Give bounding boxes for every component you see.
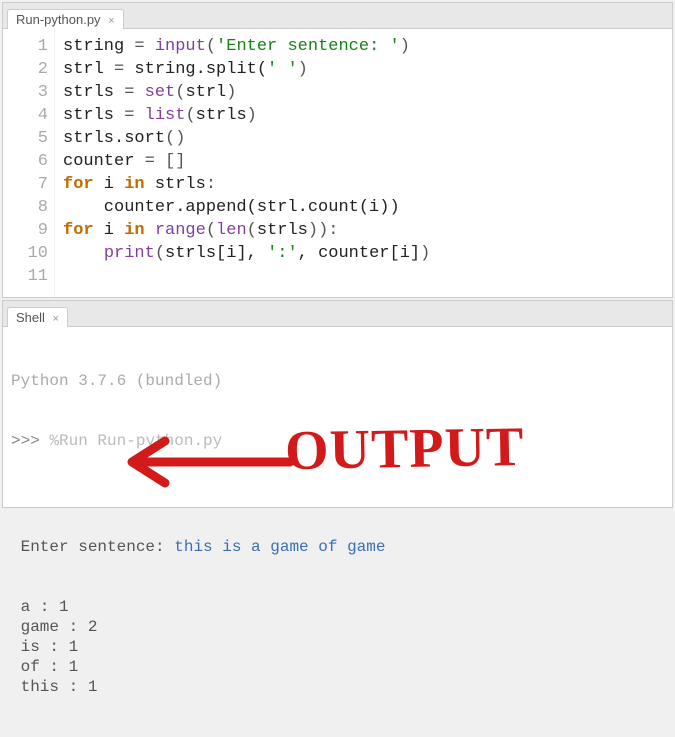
code-line[interactable]: strl = string.split(' '): [63, 58, 430, 81]
code-line[interactable]: for i in strls:: [63, 173, 430, 196]
shell-user-input: this is a game of game: [174, 538, 385, 556]
code-line[interactable]: strls = list(strls): [63, 104, 430, 127]
editor-tab-bar: Run-python.py ×: [3, 3, 672, 29]
shell-input-prompt: Enter sentence:: [11, 538, 174, 556]
shell-run-line: >>> %Run Run-python.py: [11, 431, 664, 451]
close-icon[interactable]: ×: [108, 15, 114, 27]
code-line[interactable]: for i in range(len(strls)):: [63, 219, 430, 242]
shell-output: a : 1 game : 2 is : 1 of : 1 this : 1: [11, 597, 664, 697]
line-number: 4: [3, 104, 48, 127]
line-number: 10: [3, 242, 48, 265]
shell-tab-label: Shell: [16, 310, 45, 325]
code-line[interactable]: string = input('Enter sentence: '): [63, 35, 430, 58]
close-icon[interactable]: ×: [53, 313, 59, 325]
editor-tab-label: Run-python.py: [16, 12, 101, 27]
line-number: 1: [3, 35, 48, 58]
shell-output-line: game : 2: [11, 617, 664, 637]
line-number: 9: [3, 219, 48, 242]
shell-output-line: this : 1: [11, 677, 664, 697]
shell-area[interactable]: Python 3.7.6 (bundled) >>> %Run Run-pyth…: [3, 327, 672, 507]
code-content[interactable]: string = input('Enter sentence: ')strl =…: [55, 29, 430, 297]
shell-output-line: of : 1: [11, 657, 664, 677]
code-line[interactable]: print(strls[i], ':', counter[i]): [63, 242, 430, 265]
line-number: 6: [3, 150, 48, 173]
line-number: 11: [3, 265, 48, 288]
shell-input-line: Enter sentence: this is a game of game: [11, 537, 664, 557]
line-number: 3: [3, 81, 48, 104]
code-line[interactable]: counter = []: [63, 150, 430, 173]
line-number: 7: [3, 173, 48, 196]
shell-output-line: is : 1: [11, 637, 664, 657]
shell-run-cmd: %Run Run-python.py: [49, 432, 222, 450]
shell-output-line: a : 1: [11, 597, 664, 617]
shell-prompt: >>>: [11, 432, 40, 450]
line-number: 2: [3, 58, 48, 81]
code-line[interactable]: counter.append(strl.count(i)): [63, 196, 430, 219]
line-number: 5: [3, 127, 48, 150]
code-area[interactable]: 1234567891011 string = input('Enter sent…: [3, 29, 672, 297]
python-version: Python 3.7.6 (bundled): [11, 371, 664, 391]
shell-tab-bar: Shell ×: [3, 301, 672, 327]
line-number: 8: [3, 196, 48, 219]
shell-tab[interactable]: Shell ×: [7, 307, 68, 327]
code-line[interactable]: strls = set(strl): [63, 81, 430, 104]
code-line[interactable]: strls.sort(): [63, 127, 430, 150]
line-number-gutter: 1234567891011: [3, 29, 55, 297]
editor-tab[interactable]: Run-python.py ×: [7, 9, 124, 29]
editor-panel: Run-python.py × 1234567891011 string = i…: [2, 2, 673, 298]
shell-panel: Shell × Python 3.7.6 (bundled) >>> %Run …: [2, 300, 673, 508]
